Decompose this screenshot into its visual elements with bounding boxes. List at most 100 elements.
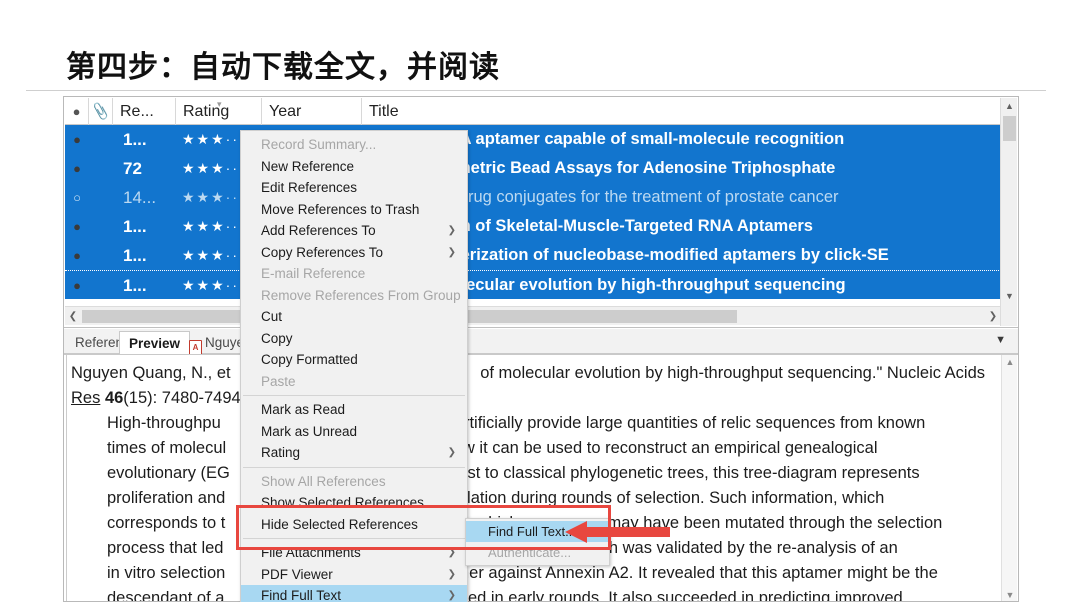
menu-item-mark-as-read[interactable]: Mark as Read — [241, 399, 467, 421]
submenu-item-authenticate: Authenticate... — [488, 545, 572, 560]
menu-item-paste: Paste — [261, 373, 296, 389]
read-dot-icon: ● — [72, 104, 81, 119]
row-ref-cell: 1... — [123, 276, 147, 295]
table-row[interactable]: ● 1... ★★★·· on of an XNA aptamer capabl… — [65, 125, 1001, 154]
preview-line-right: of molecular evolution by high-throughpu… — [480, 364, 986, 382]
preview-line-left: High-throughpu — [107, 414, 221, 432]
preview-line: High-throughpu could artificially provide… — [71, 411, 981, 436]
preview-scroll-down-icon[interactable]: ▼ — [1002, 588, 1018, 601]
column-header-read[interactable]: ● — [65, 98, 89, 125]
preview-line: Res 46(15): 7480-7494 — [71, 386, 981, 411]
menu-item-new-reference[interactable]: New Reference — [241, 156, 467, 178]
preview-line-right: te how it can be used to reconstruct an … — [426, 439, 878, 457]
preview-line-left: proliferation and — [107, 489, 226, 507]
menu-item-cut[interactable]: Cut — [241, 306, 467, 328]
column-header-ref[interactable]: Re... — [113, 98, 176, 125]
menu-item-mark-as-unread[interactable]: Mark as Unread — [241, 421, 467, 443]
row-ref-cell: 1... — [123, 246, 147, 265]
chevron-right-icon: ❯ — [447, 590, 456, 601]
menu-item-move-references-to-trash[interactable]: Move References to Trash — [241, 199, 467, 221]
menu-item-find-full-text[interactable]: Find Full Text ❯ — [241, 585, 467, 602]
menu-item-hide-selected-references[interactable]: Hide Selected References — [241, 514, 467, 536]
tabstrip-overflow-icon[interactable]: ▼ — [995, 334, 1006, 346]
row-read-indicator[interactable]: ● — [65, 271, 89, 300]
row-read-indicator[interactable]: ○ — [65, 183, 89, 212]
chevron-right-icon: ❯ — [447, 246, 456, 258]
preview-journal-abbrev: Res — [71, 389, 101, 407]
row-ref-cell: 1... — [123, 217, 147, 236]
row-ref-cell: 1... — [123, 130, 147, 149]
table-horizontal-scrollbar[interactable]: ❮ ❯ — [65, 306, 1001, 325]
scroll-up-icon[interactable]: ▲ — [1001, 98, 1018, 114]
menu-separator — [243, 538, 465, 539]
menu-item-show-selected-references[interactable]: Show Selected References — [241, 492, 467, 514]
row-read-indicator[interactable]: ● — [65, 241, 89, 270]
preview-line-left: times of molecul — [107, 439, 227, 457]
table-body: ● 1... ★★★·· on of an XNA aptamer capabl… — [65, 125, 1001, 305]
title-divider — [26, 90, 1046, 91]
preview-line: descendant of a mplified in early rounds.… — [71, 586, 981, 601]
scroll-left-icon[interactable]: ❮ — [65, 307, 81, 326]
reference-table: ● 📎 Re... Rating Year Title ▾ ● 1... ★★★… — [64, 97, 1018, 327]
row-attachment-cell — [89, 125, 113, 154]
menu-item-copy-formatted[interactable]: Copy Formatted — [241, 349, 467, 371]
menu-item-add-references-to[interactable]: Add References To ❯ — [241, 220, 467, 242]
menu-item-show-all-references: Show All References — [261, 473, 386, 489]
menu-label: Rating — [261, 445, 301, 460]
table-row[interactable]: ● 1... ★★★·· aging of molecular evolutio… — [65, 270, 1001, 299]
scroll-right-icon[interactable]: ❯ — [985, 307, 1001, 326]
preview-line-left: evolutionary (EG — [107, 464, 230, 482]
row-attachment-cell — [89, 212, 113, 241]
table-row[interactable]: ● 1... ★★★·· and characterization of nuc… — [65, 241, 1001, 270]
menu-item-pdf-viewer[interactable]: PDF Viewer ❯ — [241, 564, 467, 586]
chevron-right-icon: ❯ — [447, 547, 456, 558]
table-vertical-scrollbar[interactable]: ▲ ▼ — [1000, 98, 1017, 326]
reference-context-menu[interactable]: Record Summary... New Reference Edit Ref… — [240, 130, 468, 602]
slide-page: 第四步：自动下载全文，并阅读 ● 📎 Re... Rating Year Tit… — [0, 0, 1070, 602]
row-read-indicator[interactable]: ● — [65, 125, 89, 154]
preview-tabstrip: Reference Preview ANguyen Qu ▼ — [64, 329, 1018, 355]
menu-item-rating[interactable]: Rating ❯ — [241, 442, 467, 464]
table-row[interactable]: ○ 14... ★★★·· xic aptamer-drug conjugate… — [65, 183, 1001, 212]
row-ref-cell: 72 — [123, 159, 142, 178]
row-attachment-cell — [89, 271, 113, 300]
column-header-year[interactable]: Year — [262, 98, 362, 125]
preview-line: Nguyen Quang, N., et of molecular evolut… — [71, 361, 985, 386]
table-row[interactable]: ● 72 ★★★·· ng for Cytometric Bead Assays… — [65, 154, 1001, 183]
menu-label: File Attachments — [261, 545, 361, 560]
preview-volume: 46 — [104, 389, 124, 407]
chevron-right-icon: ❯ — [447, 447, 456, 458]
vertical-scroll-thumb[interactable] — [1003, 116, 1016, 141]
menu-item-copy-references-to[interactable]: Copy References To ❯ — [241, 242, 467, 264]
sort-caret-icon: ▾ — [217, 99, 222, 109]
menu-item-record-summary: Record Summary... — [261, 137, 377, 152]
preview-line-left: process that led — [107, 539, 224, 557]
paperclip-icon: 📎 — [90, 101, 111, 121]
preview-line: proliferation and population during round… — [71, 486, 981, 511]
menu-item-file-attachments[interactable]: File Attachments ❯ — [241, 542, 467, 564]
panel-divider — [64, 327, 1018, 328]
preview-line-right: population during rounds of selection. S… — [430, 489, 885, 507]
column-header-title[interactable]: Title — [362, 98, 1001, 125]
preview-line: evolutionary (EG ontrast to classical phy… — [71, 461, 981, 486]
row-read-indicator[interactable]: ● — [65, 212, 89, 241]
preview-scroll-up-icon[interactable]: ▲ — [1002, 355, 1018, 370]
column-header-attachment[interactable]: 📎 — [89, 98, 113, 125]
row-ref-cell: 14... — [123, 188, 157, 207]
scroll-down-icon[interactable]: ▼ — [1001, 288, 1018, 304]
preview-vertical-scrollbar[interactable]: ▲ ▼ — [1001, 355, 1018, 601]
menu-label: Find Full Text — [261, 588, 342, 602]
preview-line-right: aptamer against Annexin A2. It revealed … — [423, 564, 938, 582]
menu-item-remove-references-from-group: Remove References From Group — [261, 287, 461, 303]
row-attachment-cell — [89, 154, 113, 183]
menu-label: Copy References To — [261, 244, 384, 260]
menu-separator — [243, 395, 465, 396]
row-read-indicator[interactable]: ● — [65, 154, 89, 183]
menu-separator — [243, 466, 465, 468]
row-attachment-cell — [89, 241, 113, 270]
menu-item-copy[interactable]: Copy — [241, 328, 467, 350]
menu-item-edit-references[interactable]: Edit References — [241, 177, 467, 199]
table-header-row: ● 📎 Re... Rating Year Title ▾ — [65, 98, 1001, 125]
table-row[interactable]: ● 1... ★★★·· Identification of Skeletal-… — [65, 212, 1001, 241]
menu-label: Add References To — [261, 223, 376, 238]
